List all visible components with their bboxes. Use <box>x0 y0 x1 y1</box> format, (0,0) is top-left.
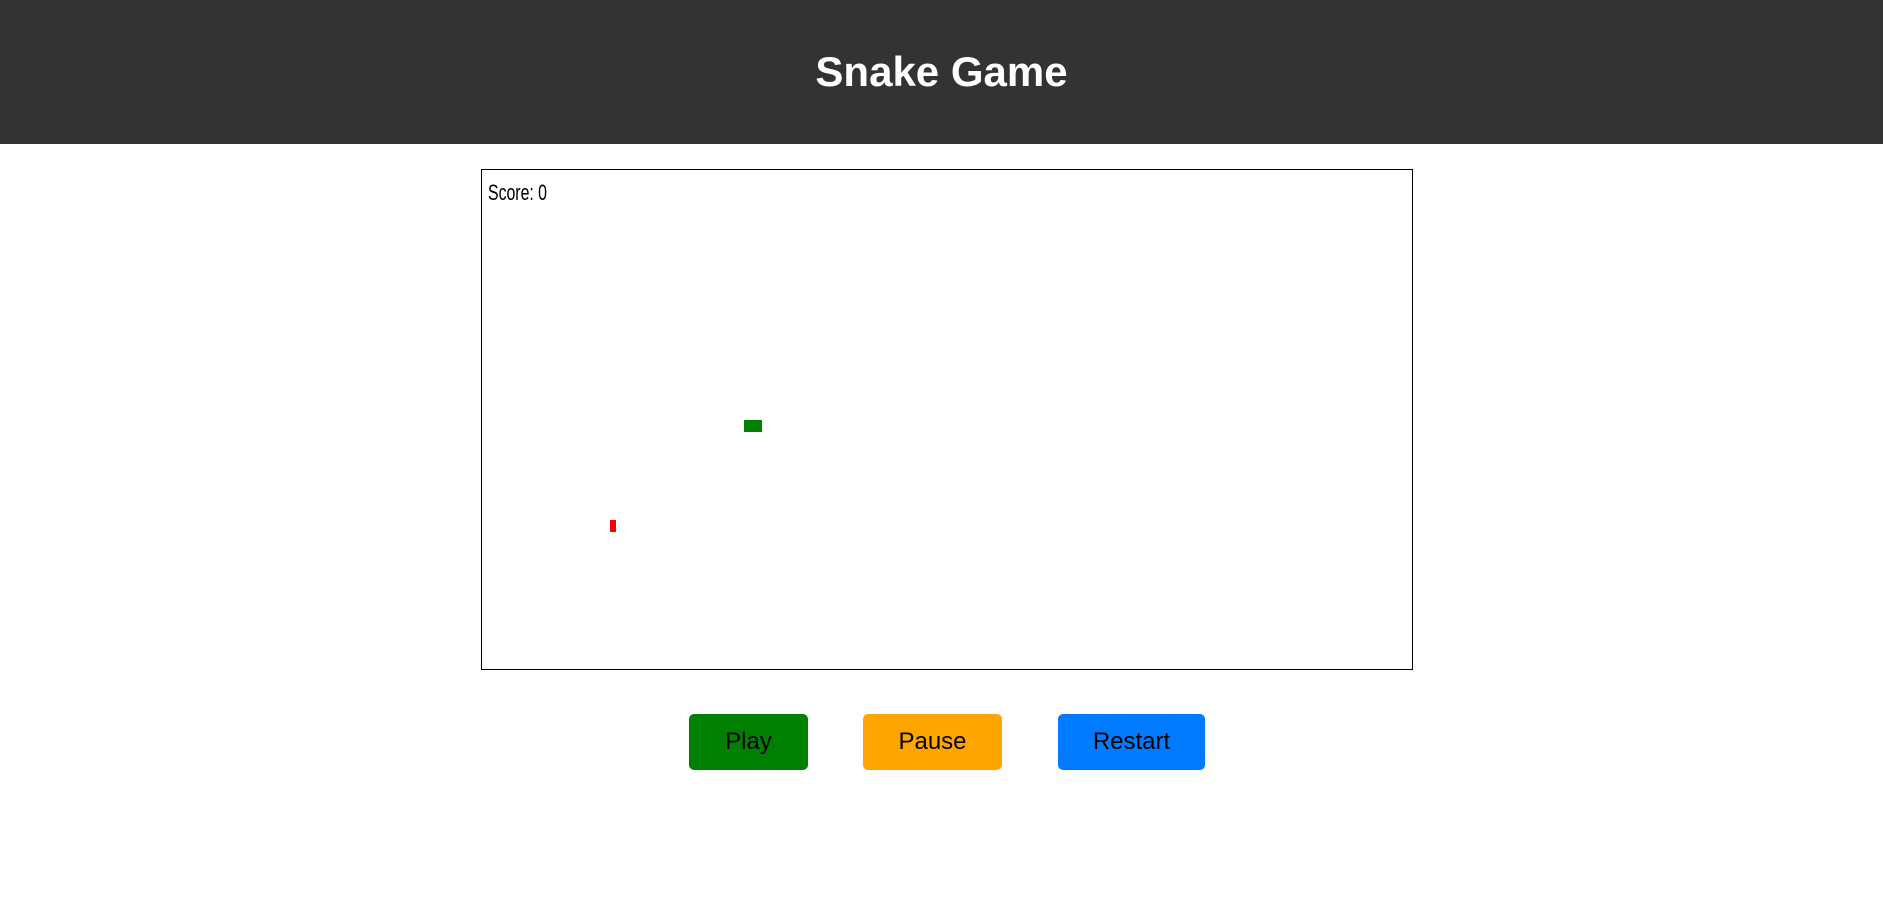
game-board[interactable]: Score: 0 <box>481 169 1413 670</box>
score-display: Score: 0 <box>488 180 547 205</box>
snake-segment <box>744 420 762 432</box>
page-header: Snake Game <box>0 0 1883 144</box>
restart-button[interactable]: Restart <box>1058 714 1205 770</box>
game-controls: Play Pause Restart <box>0 714 1883 770</box>
page-title: Snake Game <box>815 48 1068 95</box>
food-item <box>610 520 616 532</box>
play-button[interactable]: Play <box>689 714 808 770</box>
pause-button[interactable]: Pause <box>863 714 1002 770</box>
